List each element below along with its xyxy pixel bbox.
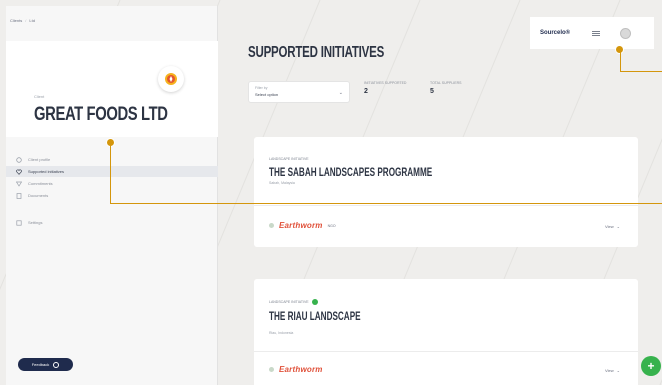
sidebar-nav: Client profile Supported initiatives Com… [6, 154, 218, 229]
initiative-title: THE RIAU LANDSCAPE [269, 309, 361, 323]
hamburger-menu-icon[interactable] [592, 30, 601, 36]
page-title: SUPPORTED INITIATIVES [248, 44, 385, 61]
view-dropdown[interactable]: View ⌄ [605, 368, 620, 373]
sidebar-item-settings[interactable]: Settings [6, 217, 218, 228]
chevron-down-icon: ⌄ [338, 90, 343, 96]
stat-label: TOTAL SUPPLIERS [430, 81, 462, 85]
company-card: Client GREAT FOODS LTD [6, 41, 218, 137]
card-divider [254, 205, 638, 206]
stat-initiatives: INITIATIVES SUPPORTED 2 [364, 81, 416, 103]
heart-icon [16, 169, 22, 175]
organisation-row: Earthworm NGO [269, 221, 336, 230]
sidebar-item-supported-initiatives[interactable]: Supported initiatives [6, 166, 218, 177]
initiative-type-label: LANDSCAPE INITIATIVE [269, 157, 309, 161]
smiley-icon [53, 361, 60, 368]
filter-select-value: Select option [255, 92, 279, 97]
verified-check-icon [311, 299, 318, 305]
card-divider [254, 351, 638, 352]
feedback-button[interactable]: Feedback [18, 358, 73, 371]
initiative-location: Riau, Indonesia [269, 331, 294, 335]
chevron-down-icon: ⌄ [616, 224, 620, 229]
initiative-title: THE SABAH LANDSCAPES PROGRAMME [269, 165, 433, 179]
status-dot-icon [269, 223, 274, 228]
sidebar: Clients / Ltd Client GREAT FOODS LTD Cli… [6, 6, 218, 385]
breadcrumb: Clients / Ltd [10, 18, 35, 23]
sidebar-item-commitments[interactable]: Commitments [6, 178, 218, 189]
organisation-tag: NGO [327, 223, 336, 228]
filter-select[interactable]: Filter by Select option ⌄ [248, 81, 350, 103]
main-content: SUPPORTED INITIATIVES Filter by Select o… [218, 6, 662, 385]
view-dropdown[interactable]: View ⌄ [605, 224, 620, 229]
document-icon [16, 192, 22, 199]
target-icon [16, 181, 22, 187]
feedback-button-label: Feedback [31, 362, 50, 367]
status-dot-icon [269, 367, 274, 372]
sidebar-item-label: Settings [28, 220, 43, 225]
circle-icon [16, 156, 22, 163]
sidebar-item-documents[interactable]: Documents [6, 190, 218, 201]
stat-value: 5 [430, 88, 434, 95]
initiative-type-text: LANDSCAPE INITIATIVE [269, 157, 309, 161]
sidebar-item-label: Commitments [28, 181, 53, 186]
company-logo [158, 66, 184, 92]
sidebar-item-label: Supported initiatives [28, 169, 65, 174]
breadcrumb-item[interactable]: Clients [10, 18, 22, 23]
stat-label: INITIATIVES SUPPORTED [364, 81, 407, 85]
breadcrumb-separator: / [25, 18, 27, 23]
sidebar-item-client-profile[interactable]: Client profile [6, 154, 218, 165]
organisation-row: Earthworm [269, 365, 323, 374]
view-dropdown-label: View [605, 368, 614, 373]
avatar[interactable] [620, 27, 632, 39]
add-fab-button[interactable]: + [641, 356, 661, 376]
company-name: GREAT FOODS LTD [34, 104, 168, 125]
filter-select-label: Filter by [255, 86, 268, 90]
initiative-location: Sabah, Malaysia [269, 181, 295, 185]
settings-icon [16, 219, 22, 226]
brand-logo[interactable]: Sourcelo® [540, 30, 570, 36]
company-type-label: Client [34, 94, 45, 99]
sidebar-item-label: Client profile [28, 157, 51, 162]
initiative-card[interactable]: LANDSCAPE INITIATIVE THE SABAH LANDSCAPE… [254, 137, 638, 247]
breadcrumb-item: Ltd [29, 18, 35, 23]
stat-suppliers: TOTAL SUPPLIERS 5 [430, 81, 482, 103]
chevron-down-icon: ⌄ [616, 368, 620, 373]
sidebar-item-label: Documents [28, 193, 49, 198]
great-foods-logo-icon [165, 73, 177, 85]
organisation-logo: Earthworm [279, 365, 323, 374]
initiative-type-text: LANDSCAPE INITIATIVE [269, 300, 309, 304]
top-bar: Sourcelo® [530, 17, 654, 49]
initiative-type-label: LANDSCAPE INITIATIVE [269, 299, 318, 305]
filter-bar: Filter by Select option ⌄ INITIATIVES SU… [248, 81, 482, 103]
stat-value: 2 [364, 88, 368, 95]
initiative-card[interactable]: LANDSCAPE INITIATIVE THE RIAU LANDSCAPE … [254, 279, 638, 385]
organisation-logo: Earthworm [279, 221, 323, 230]
view-dropdown-label: View [605, 224, 614, 229]
